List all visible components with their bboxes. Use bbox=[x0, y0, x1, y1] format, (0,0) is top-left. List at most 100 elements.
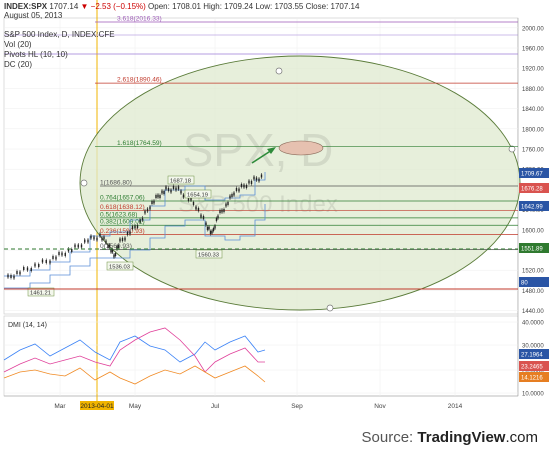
dmi-tag: 14.1216 bbox=[521, 376, 543, 382]
ellipse-handle-bottom[interactable] bbox=[326, 304, 334, 312]
candle-body bbox=[211, 230, 213, 234]
price-tag: 1709.67 bbox=[521, 172, 543, 178]
candle-body bbox=[99, 233, 101, 237]
candle-body bbox=[144, 210, 146, 214]
fib-label: 2.618(1890.46) bbox=[117, 77, 162, 84]
candle-body bbox=[214, 225, 216, 229]
price-tick-label: 1440.00 bbox=[522, 309, 544, 315]
candle-body bbox=[139, 219, 141, 223]
fib-label: 0.5(1623.68) bbox=[100, 211, 137, 218]
chart-canvas[interactable]: SPX, D S&P 500 Index 3.618(2016.33)2.618… bbox=[0, 0, 550, 456]
source-credit: Source: TradingView.com bbox=[362, 429, 538, 446]
pivot-label: 1461.21 bbox=[30, 290, 51, 296]
candle-body bbox=[240, 184, 243, 187]
candle-body bbox=[227, 202, 229, 205]
price-tag: 1676.28 bbox=[521, 187, 543, 193]
dmi-tick-label: 10.0000 bbox=[522, 392, 544, 398]
dmi-tag: 27.1964 bbox=[521, 353, 543, 359]
price-tick-label: 1760.00 bbox=[522, 148, 544, 154]
pivot-label: 1560.33 bbox=[198, 252, 219, 258]
projection-ellipse[interactable] bbox=[79, 55, 521, 311]
candle-body bbox=[238, 188, 240, 192]
candle-body bbox=[165, 186, 167, 190]
candle-body bbox=[108, 244, 111, 248]
candle-body bbox=[55, 256, 57, 260]
candle-body bbox=[159, 195, 161, 198]
candle-body bbox=[163, 191, 165, 194]
candle-body bbox=[233, 192, 235, 196]
candle-body bbox=[182, 194, 185, 198]
candle-body bbox=[202, 216, 205, 219]
legend-title[interactable]: S&P 500 Index, D, INDEX:CFE bbox=[4, 30, 115, 39]
chart-window[interactable]: SPX, D S&P 500 Index 3.618(2016.33) 2.618… bbox=[0, 0, 550, 456]
low-label: Low: bbox=[255, 2, 273, 11]
legend-item-vol[interactable]: Vol (20) bbox=[4, 40, 32, 49]
candle-body bbox=[71, 249, 73, 252]
price-tick-label: 1800.00 bbox=[522, 127, 544, 133]
symbol: INDEX:SPX bbox=[4, 2, 48, 11]
price-tick-label: 1600.00 bbox=[522, 228, 544, 234]
candle-body bbox=[77, 244, 79, 248]
candle-body bbox=[38, 264, 40, 267]
candle-body bbox=[180, 190, 182, 194]
candle-body bbox=[260, 174, 263, 178]
candle-body bbox=[80, 244, 83, 248]
legend-item-dc[interactable]: DC (20) bbox=[4, 60, 32, 69]
last-price: 1707.14 bbox=[49, 2, 79, 11]
high-value: 1709.24 bbox=[224, 2, 254, 11]
candle-body bbox=[157, 194, 159, 198]
time-label: 2014 bbox=[448, 403, 463, 410]
price-tick-label: 1480.00 bbox=[522, 289, 544, 295]
fib-label: 0.236(1590.93) bbox=[100, 228, 145, 235]
candle-body bbox=[217, 215, 219, 219]
time-label: Mar bbox=[54, 403, 66, 410]
fib-label: 0.618(1638.12) bbox=[100, 204, 145, 211]
candle-body bbox=[61, 252, 63, 256]
fib-label: 0.764(1657.06) bbox=[100, 194, 145, 201]
candle-body bbox=[26, 267, 29, 271]
pivot-label: 1654.19 bbox=[187, 192, 208, 198]
candle-body bbox=[129, 231, 131, 235]
candle-body bbox=[212, 228, 215, 231]
candle-body bbox=[170, 189, 172, 193]
candle-body bbox=[250, 181, 253, 184]
legend-item-pivots[interactable]: Pivots HL (10, 10) bbox=[4, 50, 68, 59]
candle-body bbox=[243, 184, 245, 188]
candle-body bbox=[177, 186, 180, 190]
target-ellipse[interactable] bbox=[278, 140, 324, 156]
candle-body bbox=[131, 226, 134, 229]
candle-body bbox=[175, 187, 177, 191]
open-value: 1708.01 bbox=[172, 2, 201, 11]
candle-body bbox=[103, 236, 105, 240]
tradingview-logo[interactable]: TradingView.com bbox=[417, 429, 538, 446]
candle-body bbox=[117, 245, 120, 248]
candle-body bbox=[255, 177, 258, 181]
dmi-pane[interactable] bbox=[3, 315, 519, 397]
candle-body bbox=[153, 200, 155, 204]
candle-body bbox=[223, 209, 225, 212]
candle-body bbox=[34, 263, 36, 267]
candle-body bbox=[208, 226, 210, 230]
candle-body bbox=[114, 253, 117, 256]
candle-body bbox=[136, 225, 139, 228]
candle-body bbox=[96, 237, 98, 241]
ellipse-handle-left[interactable] bbox=[80, 179, 88, 187]
source-prefix: Source: bbox=[361, 429, 414, 446]
candle-body bbox=[93, 236, 95, 240]
ellipse-handle-top[interactable] bbox=[275, 67, 283, 75]
header-date: August 05, 2013 bbox=[4, 11, 63, 20]
dmi-tag: 23.2465 bbox=[521, 365, 543, 371]
close-value: 1707.14 bbox=[330, 2, 360, 11]
candle-body bbox=[111, 249, 114, 253]
candle-body bbox=[209, 231, 212, 234]
fib-label: 3.618(2016.33) bbox=[117, 16, 162, 23]
candle-body bbox=[245, 185, 248, 188]
candle-body bbox=[258, 178, 260, 182]
candle-body bbox=[155, 195, 157, 198]
dmi-tick-label: 40.0000 bbox=[522, 321, 544, 327]
candle-body bbox=[113, 254, 115, 258]
time-label: Sep bbox=[291, 403, 303, 410]
fib-label: 1(1686.80) bbox=[100, 179, 132, 186]
candle-body bbox=[10, 275, 12, 278]
candle-body bbox=[13, 275, 15, 279]
